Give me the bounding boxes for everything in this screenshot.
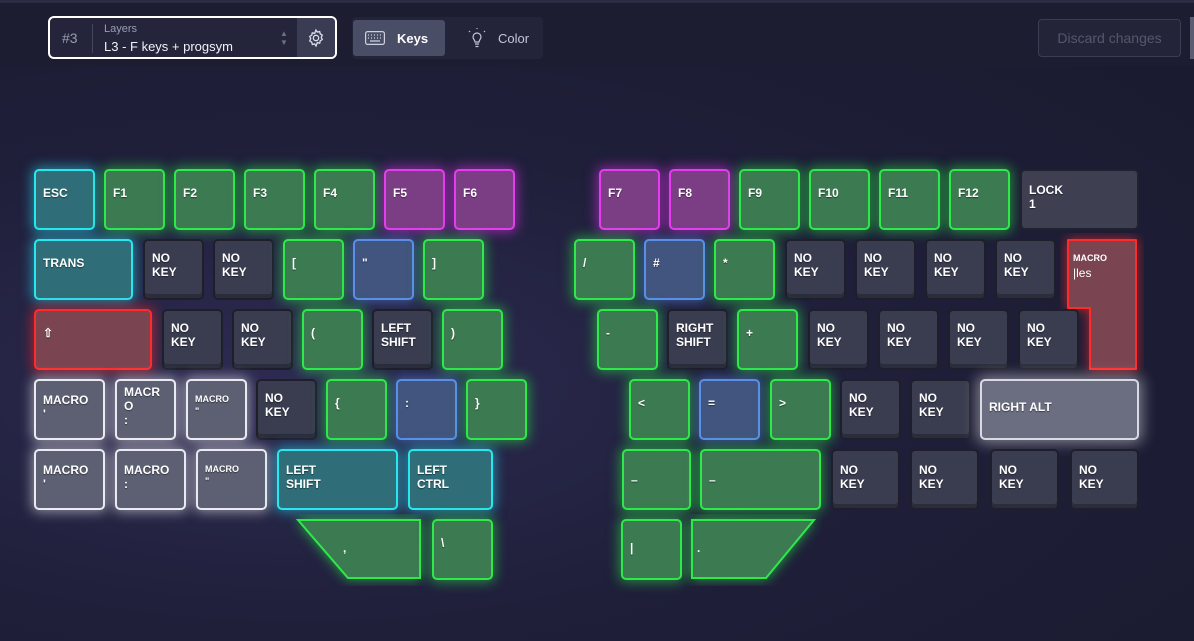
- key-trans[interactable]: TRANS: [34, 239, 133, 300]
- key-no-key[interactable]: NO KEY: [831, 449, 900, 510]
- key-left-paren[interactable]: (: [302, 309, 363, 370]
- key-f10[interactable]: F10: [809, 169, 870, 230]
- key-right-shift[interactable]: RIGHT SHIFT: [667, 309, 728, 370]
- layer-settings-button[interactable]: [297, 18, 335, 57]
- layer-selector[interactable]: #3 Layers L3 - F keys + progsym ▲ ▼: [48, 16, 337, 59]
- tab-keys[interactable]: Keys: [353, 20, 445, 56]
- key-macro[interactable]: MACRO ": [186, 379, 247, 440]
- key-pipe[interactable]: |: [621, 519, 682, 580]
- keyboard-icon: [365, 31, 385, 45]
- key-no-key[interactable]: NO KEY: [162, 309, 223, 370]
- key-macro[interactable]: MACR O :: [115, 379, 176, 440]
- key-right-brace[interactable]: }: [466, 379, 527, 440]
- layer-caption: Layers: [104, 23, 138, 35]
- key-no-key[interactable]: NO KEY: [878, 309, 939, 370]
- key-no-key[interactable]: NO KEY: [948, 309, 1009, 370]
- key-f7[interactable]: F7: [599, 169, 660, 230]
- key-equals[interactable]: =: [699, 379, 760, 440]
- key-f4[interactable]: F4: [314, 169, 375, 230]
- key-no-key[interactable]: NO KEY: [840, 379, 901, 440]
- key-right-bracket[interactable]: ]: [423, 239, 484, 300]
- key-macro-value: |les: [1073, 266, 1092, 280]
- key-comma-label: ,: [343, 541, 347, 555]
- divider: [92, 24, 93, 53]
- key-star[interactable]: *: [714, 239, 775, 300]
- key-underscore[interactable]: –: [700, 449, 821, 510]
- key-no-key[interactable]: NO KEY: [1018, 309, 1079, 370]
- key-no-key[interactable]: NO KEY: [925, 239, 986, 300]
- key-period-label: .: [697, 541, 701, 555]
- key-f6[interactable]: F6: [454, 169, 515, 230]
- key-lock[interactable]: LOCK 1: [1020, 169, 1139, 230]
- key-backslash[interactable]: \: [432, 519, 493, 580]
- key-no-key[interactable]: NO KEY: [808, 309, 869, 370]
- key-underscore[interactable]: –: [622, 449, 691, 510]
- key-f1[interactable]: F1: [104, 169, 165, 230]
- key-left-ctrl[interactable]: LEFT CTRL: [408, 449, 493, 510]
- lightbulb-icon: [468, 28, 486, 48]
- key-esc[interactable]: ESC: [34, 169, 95, 230]
- top-toolbar: #3 Layers L3 - F keys + progsym ▲ ▼ Keys …: [0, 0, 1194, 66]
- layer-name: L3 - F keys + progsym: [104, 39, 233, 54]
- key-f8[interactable]: F8: [669, 169, 730, 230]
- tab-color-label: Color: [498, 30, 530, 46]
- key-left-brace[interactable]: {: [326, 379, 387, 440]
- key-macro-caption: MACRO: [1073, 253, 1107, 263]
- key-left-shift[interactable]: LEFT SHIFT: [372, 309, 433, 370]
- key-comma[interactable]: [290, 514, 432, 586]
- key-right-alt[interactable]: RIGHT ALT: [980, 379, 1139, 440]
- key-shift-up[interactable]: ⇧: [34, 309, 152, 370]
- mode-tabs: Keys Color: [352, 17, 543, 59]
- key-no-key[interactable]: NO KEY: [232, 309, 293, 370]
- tab-keys-label: Keys: [397, 30, 429, 46]
- key-no-key[interactable]: NO KEY: [990, 449, 1059, 510]
- key-no-key[interactable]: NO KEY: [855, 239, 916, 300]
- key-f12[interactable]: F12: [949, 169, 1010, 230]
- key-less-than[interactable]: <: [629, 379, 690, 440]
- key-right-paren[interactable]: ): [442, 309, 503, 370]
- key-no-key[interactable]: NO KEY: [213, 239, 274, 300]
- key-left-shift[interactable]: LEFT SHIFT: [277, 449, 398, 510]
- key-double-quote[interactable]: ": [353, 239, 414, 300]
- scroll-edge: [1190, 17, 1194, 59]
- key-macro[interactable]: MACRO ": [196, 449, 267, 510]
- key-f11[interactable]: F11: [879, 169, 940, 230]
- chevron-updown-icon: ▲ ▼: [280, 29, 288, 47]
- key-f9[interactable]: F9: [739, 169, 800, 230]
- key-macro[interactable]: MACRO :: [115, 449, 186, 510]
- key-no-key[interactable]: NO KEY: [785, 239, 846, 300]
- key-greater-than[interactable]: >: [770, 379, 831, 440]
- key-hash[interactable]: #: [644, 239, 705, 300]
- key-f2[interactable]: F2: [174, 169, 235, 230]
- key-macro[interactable]: MACRO ': [34, 449, 105, 510]
- discard-changes-button[interactable]: Discard changes: [1038, 19, 1181, 57]
- key-no-key[interactable]: NO KEY: [910, 379, 971, 440]
- key-plus[interactable]: +: [737, 309, 798, 370]
- key-no-key[interactable]: NO KEY: [910, 449, 979, 510]
- key-no-key[interactable]: NO KEY: [143, 239, 204, 300]
- key-colon[interactable]: :: [396, 379, 457, 440]
- layer-number: #3: [62, 30, 78, 46]
- key-f3[interactable]: F3: [244, 169, 305, 230]
- key-no-key[interactable]: NO KEY: [995, 239, 1056, 300]
- key-left-bracket[interactable]: [: [283, 239, 344, 300]
- key-no-key[interactable]: NO KEY: [256, 379, 317, 440]
- key-macro[interactable]: MACRO ': [34, 379, 105, 440]
- key-no-key[interactable]: NO KEY: [1070, 449, 1139, 510]
- tab-color[interactable]: Color: [456, 20, 540, 56]
- key-period[interactable]: [684, 514, 822, 586]
- key-slash[interactable]: /: [574, 239, 635, 300]
- key-minus[interactable]: -: [597, 309, 658, 370]
- key-f5[interactable]: F5: [384, 169, 445, 230]
- gear-icon: [308, 28, 324, 47]
